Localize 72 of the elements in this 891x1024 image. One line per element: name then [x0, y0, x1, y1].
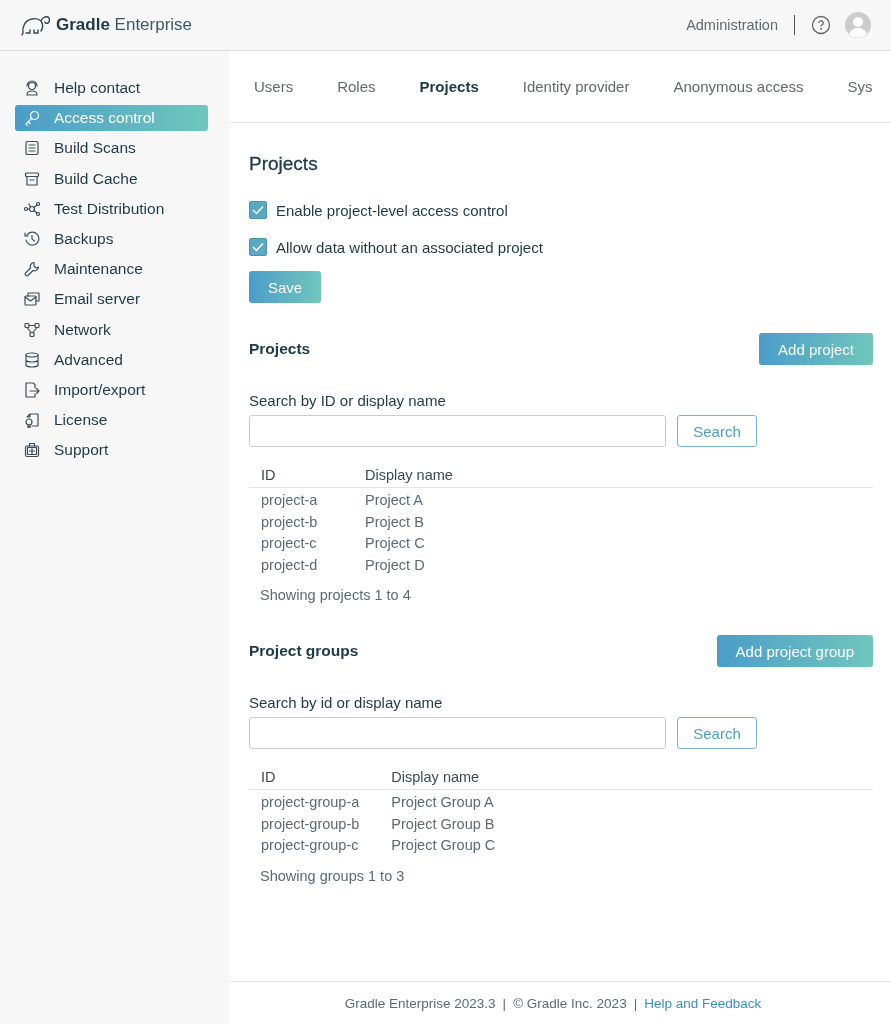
sidebar-item[interactable]: Backups	[15, 225, 208, 252]
column-header: ID	[249, 769, 380, 790]
medkit-icon	[24, 442, 40, 459]
list-icon	[24, 140, 40, 157]
tab[interactable]: Identity provider	[522, 78, 630, 95]
table-cell-text: Project C	[364, 534, 426, 553]
sidebar-item[interactable]: Build Cache	[15, 165, 208, 192]
key-icon	[24, 110, 40, 127]
wrench-icon	[24, 261, 40, 278]
logo-text: Gradle Enterprise	[56, 15, 193, 35]
footer-text: Gradle Enterprise 2023.3	[344, 995, 496, 1011]
sidebar-item[interactable]: License	[15, 407, 208, 434]
tab[interactable]: Roles	[337, 78, 376, 95]
footer-text: © Gradle Inc. 2023	[513, 995, 627, 1011]
search-field[interactable]	[249, 415, 666, 447]
search-label: Search by id or display name	[249, 694, 444, 711]
tab[interactable]: Sys	[847, 78, 873, 95]
search-label: Search by ID or display name	[249, 392, 447, 409]
table-cell: Project A	[353, 487, 873, 510]
summary-text: Showing projects 1 to 4	[260, 587, 412, 603]
table-cell-text: Project B	[364, 512, 425, 531]
mail-icon	[24, 291, 40, 308]
sidebar-item[interactable]: Support	[15, 437, 208, 464]
archive-icon	[24, 170, 40, 187]
table-cell-text: project-b	[260, 512, 319, 531]
table-cell-text: project-group-b	[260, 814, 361, 833]
section-title: Projects	[249, 340, 311, 358]
check-icon	[252, 205, 264, 215]
tab[interactable]: Anonymous access	[673, 78, 804, 95]
table-cell-text: Project Group C	[390, 836, 497, 855]
checkbox-label: Allow data without an associated project	[276, 238, 543, 256]
table-cell: Project Group A	[379, 789, 873, 812]
nodes-icon	[24, 200, 40, 217]
table-cell-text: project-d	[260, 555, 319, 574]
history-icon	[24, 230, 40, 247]
table-cell-text: Project Group B	[390, 814, 496, 833]
sidebar-item[interactable]: Network	[15, 316, 208, 343]
footer-separator: |	[502, 995, 507, 1011]
sidebar-item[interactable]: Test Distribution	[15, 195, 208, 222]
tab[interactable]: Projects	[419, 78, 479, 95]
sidebar-item[interactable]: Email server	[15, 286, 208, 313]
table-cell-text: project-group-c	[260, 836, 360, 855]
summary-text: Showing groups 1 to 3	[260, 867, 406, 884]
column-header: Display name	[379, 769, 873, 790]
sidebar-item[interactable]: Help contact	[15, 75, 208, 101]
network-icon	[24, 321, 40, 338]
sidebar-item[interactable]: Build Scans	[15, 135, 208, 162]
search-field[interactable]	[249, 717, 666, 749]
section-title: Project groups	[249, 642, 359, 660]
column-header: ID	[249, 467, 353, 488]
footer-separator: |	[633, 995, 638, 1011]
sidebar-item[interactable]: Maintenance	[15, 256, 208, 283]
table-cell-text: Project D	[364, 555, 426, 574]
table-cell: project-a	[249, 487, 353, 510]
help-icon[interactable]	[811, 15, 831, 35]
sidebar-item[interactable]: Advanced	[15, 346, 208, 373]
table-cell-text: project-c	[260, 534, 318, 553]
checkbox-label: Enable project-level access control	[276, 201, 508, 219]
column-header: Display name	[353, 467, 873, 488]
help-link[interactable]: Help and Feedback	[644, 995, 762, 1011]
table-cell: project-group-a	[249, 789, 380, 812]
checkbox[interactable]	[249, 201, 267, 219]
headset-icon	[24, 80, 40, 96]
export-icon	[24, 381, 40, 398]
certificate-icon	[24, 412, 40, 429]
check-icon	[252, 242, 264, 252]
checkbox[interactable]	[249, 238, 267, 256]
sidebar-item[interactable]: Import/export	[15, 376, 208, 403]
nav-link[interactable]: Administration	[686, 17, 778, 33]
database-icon	[24, 351, 40, 368]
page-title: Projects	[249, 153, 319, 175]
tab[interactable]: Users	[254, 78, 294, 95]
